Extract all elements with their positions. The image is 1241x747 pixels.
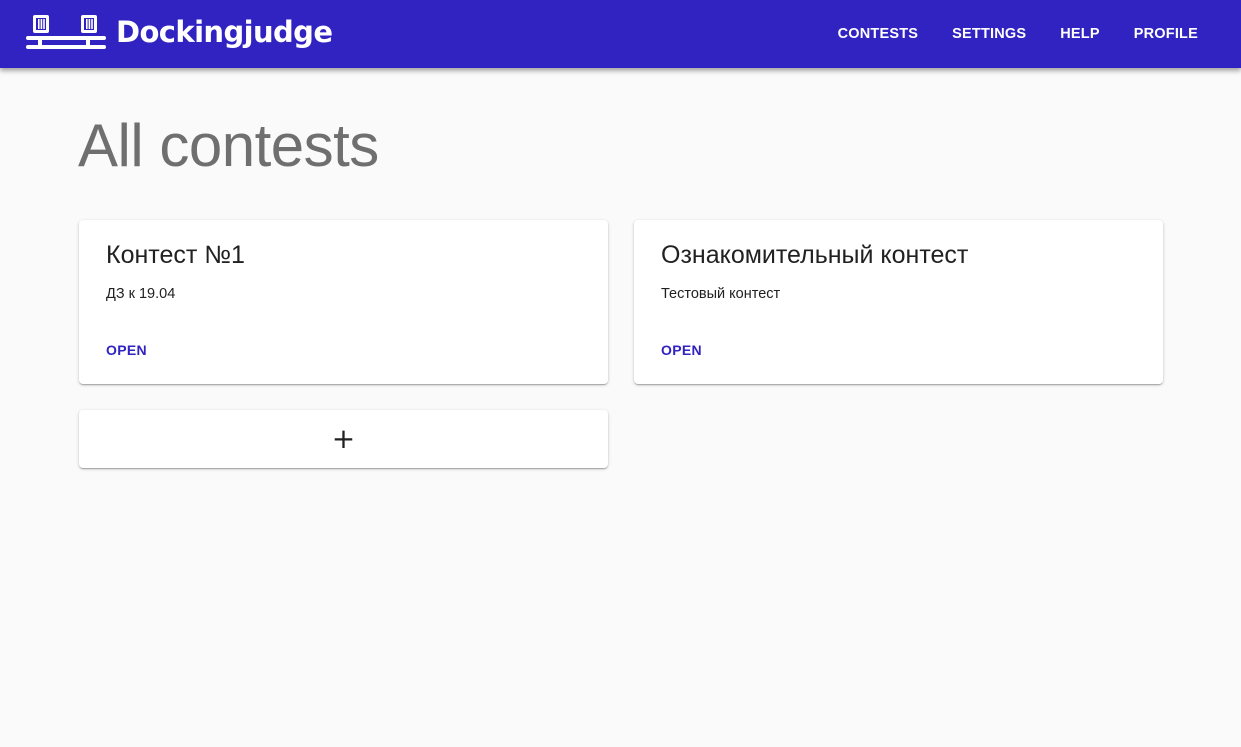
contest-description: Тестовый контест (661, 286, 781, 302)
server-pair-logo-icon (24, 12, 108, 52)
open-contest-button[interactable]: OPEN (98, 336, 155, 364)
top-nav: CONTESTS SETTINGS HELP PROFILE (821, 0, 1215, 68)
page-title: All contests (78, 112, 379, 179)
contest-card: Ознакомительный контест Тестовый контест… (634, 220, 1163, 384)
brand-logo-link[interactable]: Dockingjudge (24, 12, 333, 52)
nav-help-button[interactable]: HELP (1043, 18, 1116, 50)
nav-contests-button[interactable]: CONTESTS (821, 18, 936, 50)
open-contest-button[interactable]: OPEN (653, 336, 710, 364)
plus-icon: + (331, 422, 356, 455)
nav-settings-button[interactable]: SETTINGS (935, 18, 1043, 50)
brand-name: Dockingjudge (116, 15, 333, 49)
contest-description: ДЗ к 19.04 (106, 286, 176, 302)
contest-card: Контест №1 ДЗ к 19.04 OPEN (79, 220, 608, 384)
nav-profile-button[interactable]: PROFILE (1117, 18, 1215, 50)
app-bar: Dockingjudge CONTESTS SETTINGS HELP PROF… (0, 0, 1241, 68)
add-contest-button[interactable]: + (79, 410, 608, 468)
contest-title: Ознакомительный контест (661, 241, 969, 269)
contest-title: Контест №1 (106, 241, 245, 269)
